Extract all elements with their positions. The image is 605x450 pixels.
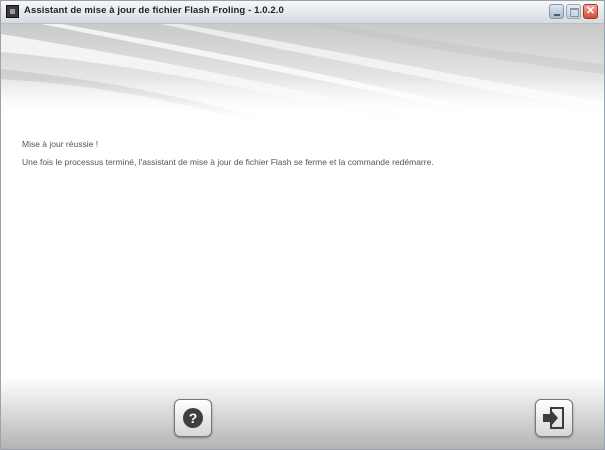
app-icon [6, 5, 19, 18]
close-icon: ✕ [585, 5, 596, 17]
header-banner [1, 24, 604, 119]
minimize-button[interactable] [549, 4, 564, 19]
minimize-icon [554, 14, 560, 16]
footer-bar: ? [1, 377, 604, 449]
exit-button[interactable] [535, 399, 573, 437]
help-icon: ? [183, 408, 203, 428]
maximize-icon [570, 8, 579, 17]
help-button[interactable]: ? [174, 399, 212, 437]
status-message: Une fois le processus terminé, l'assista… [22, 157, 434, 167]
window-title: Assistant de mise à jour de fichier Flas… [24, 5, 284, 16]
title-bar[interactable]: Assistant de mise à jour de fichier Flas… [1, 1, 604, 24]
close-button[interactable]: ✕ [583, 4, 598, 19]
status-heading: Mise à jour réussie ! [22, 139, 99, 149]
exit-icon [543, 407, 564, 429]
content-area: Mise à jour réussie ! Une fois le proces… [22, 139, 582, 168]
maximize-button[interactable] [566, 4, 581, 19]
app-window: Assistant de mise à jour de fichier Flas… [0, 0, 605, 450]
